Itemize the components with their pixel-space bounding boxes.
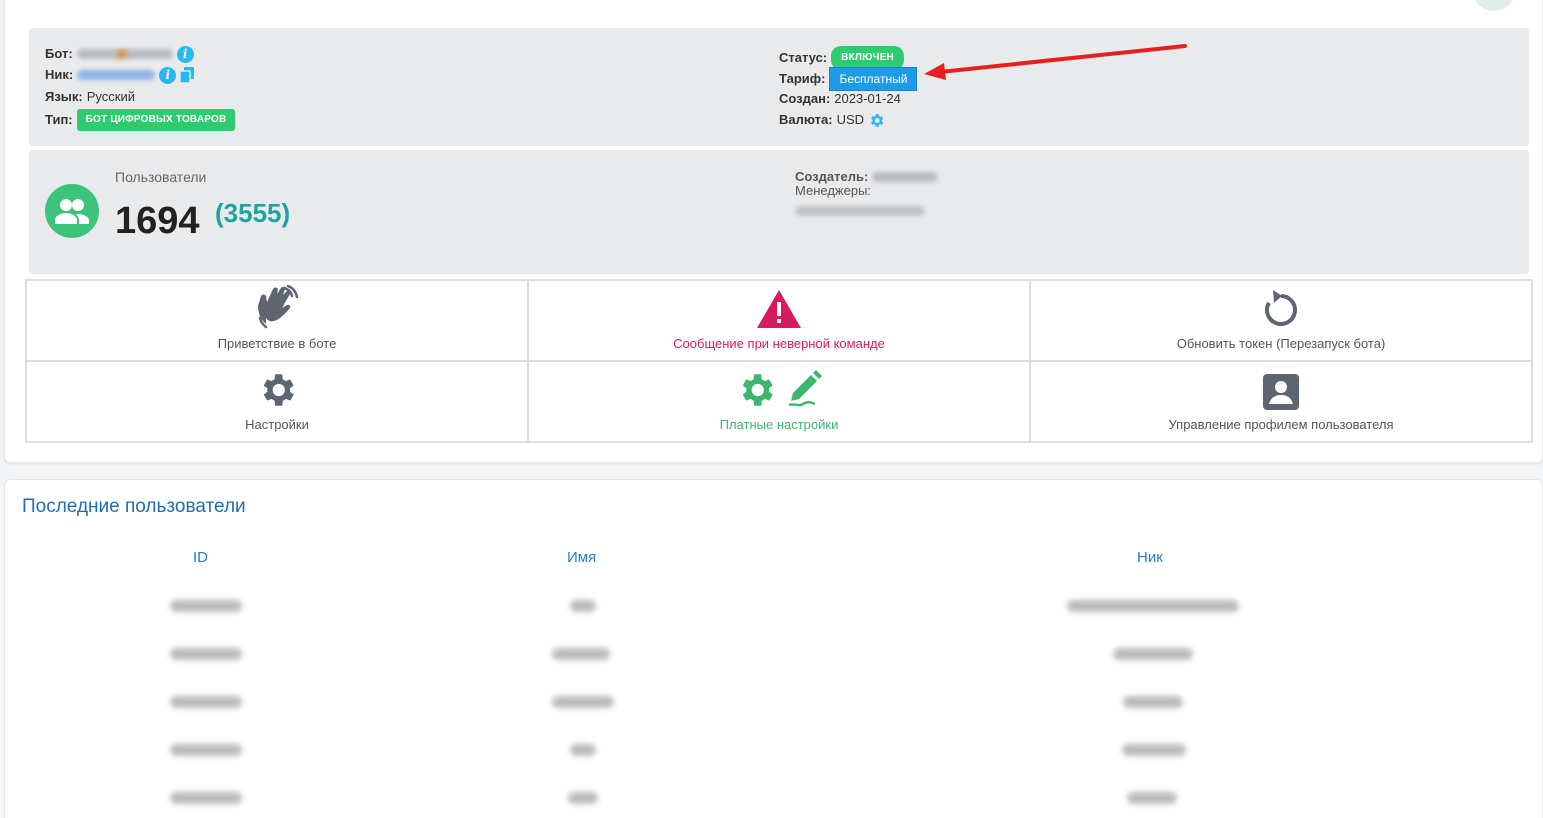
currency-value: USD <box>836 112 865 127</box>
owner-block: Создатель: Менеджеры: <box>795 169 939 219</box>
bot-info-panel: Бот: i Ник: i Язык: Русский Тип: БОТ ЦИФ… <box>29 28 1529 146</box>
copy-icon[interactable] <box>180 67 195 83</box>
managers-label: Менеджеры: <box>795 183 872 198</box>
creator-label: Создатель: <box>795 169 869 184</box>
table-cell <box>1122 744 1186 756</box>
created-row: Создан: 2023-01-24 <box>779 90 901 108</box>
users-total: (3555) <box>215 198 291 228</box>
tariff-label: Тариф: <box>779 71 826 86</box>
info-icon[interactable]: i <box>176 45 194 63</box>
tariff-badge[interactable]: Бесплатный <box>829 67 918 91</box>
table-cell <box>170 744 242 756</box>
table-cell <box>1113 648 1193 660</box>
wrong-command-action[interactable]: Сообщение при неверной команде <box>528 280 1030 361</box>
creator-redacted <box>872 172 939 182</box>
users-icon <box>45 184 99 238</box>
refresh-icon <box>1265 290 1297 326</box>
column-nick[interactable]: Ник <box>1137 549 1163 566</box>
language-row: Язык: Русский <box>45 88 135 106</box>
settings-label: Настройки <box>245 417 309 432</box>
column-id[interactable]: ID <box>193 549 208 566</box>
type-label: Тип: <box>45 112 73 127</box>
gear-icon[interactable] <box>868 112 885 129</box>
refresh-token-label: Обновить токен (Перезапуск бота) <box>1176 336 1386 351</box>
stats-panel: Пользователи 1694 (3555) Создатель: Мене… <box>29 150 1529 274</box>
paid-settings-label: Платные настройки <box>719 417 839 432</box>
table-cell <box>570 744 596 756</box>
table-cell <box>552 696 614 708</box>
table-cell <box>552 648 610 660</box>
nick-label: Ник: <box>45 67 74 82</box>
info-icon[interactable]: i <box>159 66 177 84</box>
greeting-label: Приветствие в боте <box>217 336 337 351</box>
tariff-row: Тариф: Бесплатный <box>779 67 918 91</box>
column-name[interactable]: Имя <box>567 549 596 566</box>
user-avatar[interactable] <box>1472 0 1516 11</box>
currency-row: Валюта: USD <box>779 111 885 129</box>
recent-users-title: Последние пользователи <box>22 496 246 517</box>
settings-action[interactable]: Настройки <box>26 361 528 442</box>
users-label: Пользователи <box>115 169 207 185</box>
bot-name-redacted <box>76 49 173 59</box>
gear-edit-icon <box>735 369 823 411</box>
refresh-token-action[interactable]: Обновить токен (Перезапуск бота) <box>1030 280 1532 361</box>
greeting-action[interactable]: Приветствие в боте <box>26 280 528 361</box>
table-cell <box>170 600 242 612</box>
table-cell <box>1127 792 1177 804</box>
table-cell <box>568 792 598 804</box>
status-label: Статус: <box>779 50 828 65</box>
language-label: Язык: <box>45 89 83 104</box>
table-cell <box>570 600 596 612</box>
currency-label: Валюта: <box>779 112 833 127</box>
gear-icon <box>263 374 294 406</box>
wrong-command-label: Сообщение при неверной команде <box>673 336 885 351</box>
user-profile-label: Управление профилем пользователя <box>1168 417 1394 432</box>
warning-icon <box>757 290 801 328</box>
table-cell <box>170 696 242 708</box>
nick-redacted[interactable] <box>77 70 156 80</box>
language-value: Русский <box>86 89 135 104</box>
type-row: Тип: БОТ ЦИФРОВЫХ ТОВАРОВ <box>45 109 236 131</box>
bot-overview-card: Бот: i Ник: i Язык: Русский Тип: БОТ ЦИФ… <box>4 0 1543 463</box>
bot-label: Бот: <box>45 46 73 61</box>
created-value: 2023-01-24 <box>834 91 901 106</box>
created-label: Создан: <box>779 91 831 106</box>
user-profile-action[interactable]: Управление профилем пользователя <box>1030 361 1532 442</box>
table-cell <box>170 792 242 804</box>
actions-grid: Приветствие в боте Сообщение при неверно… <box>25 279 1533 443</box>
managers-redacted <box>795 206 925 216</box>
recent-users-card: Последние пользователи ID Имя Ник <box>4 479 1543 818</box>
table-cell <box>1123 696 1183 708</box>
paid-settings-action[interactable]: Платные настройки <box>528 361 1030 442</box>
type-badge: БОТ ЦИФРОВЫХ ТОВАРОВ <box>76 109 236 131</box>
waving-hand-icon <box>258 284 299 329</box>
nick-row: Ник: i <box>45 66 195 84</box>
user-profile-icon <box>1263 374 1299 410</box>
table-cell <box>170 648 242 660</box>
bot-name-row: Бот: i <box>45 45 194 63</box>
table-cell <box>1067 600 1239 612</box>
users-count: 1694 <box>115 200 200 242</box>
